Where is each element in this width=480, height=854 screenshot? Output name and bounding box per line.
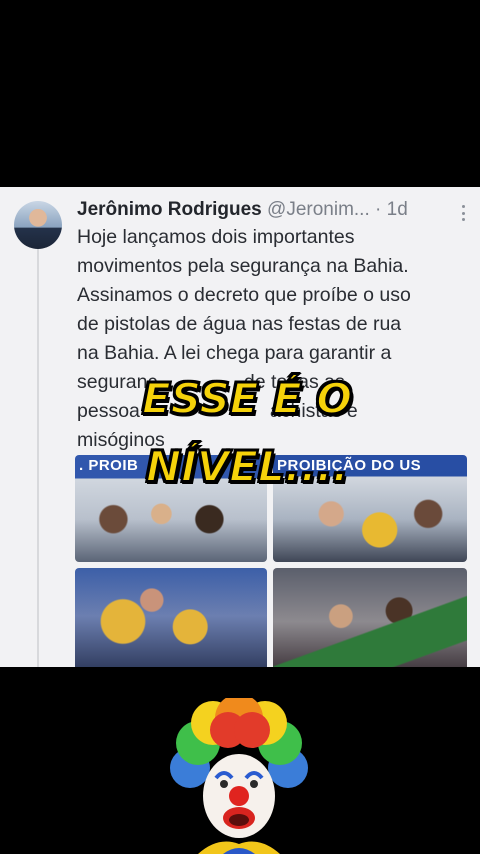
more-options-icon[interactable]	[462, 205, 466, 221]
author-name[interactable]: Jerônimo Rodrigues	[77, 199, 262, 220]
tweet-text-line: de pistolas de água nas festas de rua	[77, 313, 402, 335]
author-handle[interactable]: @Jeronim...	[267, 199, 370, 220]
tweet-text-line: Hoje lançamos dois importantes	[77, 226, 355, 248]
avatar[interactable]	[14, 201, 62, 249]
tweet-text-line: movimentos pela segurança na Bahia.	[77, 255, 409, 277]
tweet-card[interactable]: Jerônimo Rodrigues @Jeronim... · 1d Hoje…	[0, 187, 480, 667]
overlay-caption-line-2: NÍVEL....	[145, 442, 350, 492]
overlay-caption-line-1: ESSE É O	[141, 374, 353, 424]
tweet-header: Jerônimo Rodrigues @Jeronim... · 1d	[77, 197, 473, 223]
tweet-text-line: na Bahia. A lei chega para garantir a	[77, 342, 392, 364]
tweet-text-line: Assinamos o decreto que proíbe o uso	[77, 284, 411, 306]
timestamp[interactable]: 1d	[387, 199, 408, 220]
tweet-photo-4[interactable]	[273, 568, 467, 667]
thread-line	[37, 249, 39, 667]
photo-banner-text: . PROIB	[79, 457, 139, 474]
clown-icon	[170, 698, 308, 854]
separator-dot: ·	[375, 199, 382, 220]
tweet-photo-3[interactable]	[75, 568, 267, 667]
